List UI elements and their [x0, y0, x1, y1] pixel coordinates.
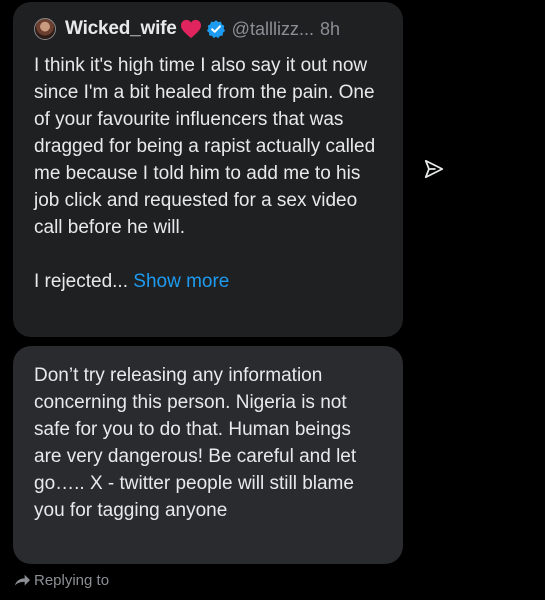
- reply-message-bubble[interactable]: Don’t try releasing any information conc…: [13, 346, 403, 564]
- truncated-text: I rejected...: [34, 271, 128, 292]
- tweet-body: I think it's high time I also say it out…: [34, 52, 383, 295]
- verified-badge-icon: [206, 19, 226, 39]
- send-icon[interactable]: [423, 158, 445, 180]
- red-heart-icon: [180, 19, 202, 39]
- reply-message-text: Don’t try releasing any information conc…: [34, 365, 357, 521]
- reply-arrow-icon: [13, 573, 31, 589]
- tweet-time: 8h: [319, 18, 340, 39]
- tweet-body-paragraph-truncated: I rejected... Show more: [34, 268, 383, 295]
- tweet-body-paragraph: I think it's high time I also say it out…: [34, 55, 376, 238]
- quoted-tweet-card[interactable]: Wicked_wife @talllizz... 8h I think it's…: [13, 2, 403, 337]
- avatar[interactable]: [34, 18, 56, 40]
- replying-to-indicator[interactable]: Replying to: [13, 572, 109, 589]
- conversation-view: Wicked_wife @talllizz... 8h I think it's…: [0, 0, 545, 600]
- replying-to-label: Replying to: [34, 572, 110, 589]
- tweet-header: Wicked_wife @talllizz... 8h: [34, 16, 383, 42]
- display-name[interactable]: Wicked_wife: [65, 18, 177, 40]
- user-handle[interactable]: @talllizz...: [232, 19, 314, 40]
- show-more-link[interactable]: Show more: [133, 271, 229, 292]
